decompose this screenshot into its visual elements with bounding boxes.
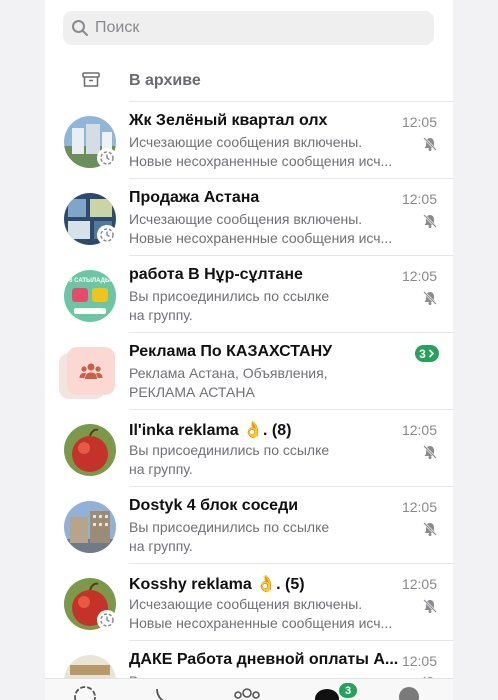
disappearing-messages-icon xyxy=(97,610,117,630)
chat-time: 12:05 xyxy=(401,499,437,515)
chat-row-ilinka-reklama[interactable]: Il'inka reklama 👌. (8) 12:05 Вы присоеди… xyxy=(45,410,453,487)
chats-tab-icon[interactable] xyxy=(313,685,341,700)
group-avatar: 6 САТЫЛАДЫ xyxy=(64,270,116,322)
chat-name: работа В Нұр-сұлтане xyxy=(129,266,303,283)
chat-row-kosshy-reklama[interactable]: Kosshy reklama 👌. (5) 12:05 Исчезающие с… xyxy=(45,564,453,641)
chat-row-dostyk-4[interactable]: Dostyk 4 блок соседи 12:05 Вы присоедини… xyxy=(45,487,453,564)
chat-preview-line-2: РЕКЛАМА АСТАНА xyxy=(129,384,255,400)
chat-preview-line-2: на группу. xyxy=(129,461,193,477)
calls-tab-icon[interactable] xyxy=(151,685,175,700)
group-avatar xyxy=(64,501,116,553)
chat-time: 12:05 xyxy=(401,268,437,284)
disappearing-messages-icon xyxy=(97,148,117,168)
chat-name: Dostyk 4 блок соседи xyxy=(129,497,299,514)
archive-icon xyxy=(82,72,100,87)
chat-preview-line-2: на группу. xyxy=(129,538,193,554)
chat-time: 12:05 xyxy=(401,653,437,669)
chat-preview-line-2: Новые несохраненные сообщения исч... xyxy=(129,153,393,169)
muted-bell-icon xyxy=(423,214,437,228)
chat-list-screen: Поиск В архиве Жк Зелёный квартал олх 12… xyxy=(45,0,453,700)
disappearing-messages-icon xyxy=(97,225,117,245)
chat-time: 12:05 xyxy=(401,422,437,438)
communities-tab-icon[interactable] xyxy=(233,685,261,700)
chats-tab-badge: 3 xyxy=(339,683,357,698)
chat-row-zhk-zeleny[interactable]: Жк Зелёный квартал олх 12:05 Исчезающие … xyxy=(45,102,453,179)
status-tab-icon[interactable] xyxy=(73,685,97,700)
search-icon xyxy=(72,20,88,36)
chat-name: Реклама По КАЗАХСТАНУ xyxy=(129,343,333,360)
chat-row-prodazha-astana[interactable]: Продажа Астана 12:05 Исчезающие сообщени… xyxy=(45,179,453,256)
unread-badge: 3 xyxy=(415,345,439,362)
bottom-tab-bar: 3 xyxy=(45,678,453,700)
community-icon xyxy=(79,363,103,379)
community-avatar xyxy=(59,347,117,399)
chat-time: 12:05 xyxy=(401,191,437,207)
search-bar[interactable]: Поиск xyxy=(63,11,434,45)
archived-chats-row[interactable]: В архиве xyxy=(45,60,453,102)
chat-preview-line-2: Новые несохраненные сообщения исч... xyxy=(129,615,393,631)
chat-name: Il'inka reklama 👌. (8) xyxy=(129,422,292,439)
chat-name: Kosshy reklama 👌. (5) xyxy=(129,576,305,593)
muted-bell-icon xyxy=(423,291,437,305)
chat-time: 12:05 xyxy=(401,576,437,592)
chat-preview-line-1: Вы присоединились по ссылке xyxy=(129,519,330,535)
chat-preview-line-1: Вы присоединились по ссылке xyxy=(129,288,330,304)
search-placeholder: Поиск xyxy=(95,19,140,36)
chat-name: ДАКЕ Работа дневной оплаты А... xyxy=(129,651,399,668)
muted-bell-icon xyxy=(423,445,437,459)
chat-name: Жк Зелёный квартал олх xyxy=(129,112,328,129)
profile-avatar-icon[interactable] xyxy=(397,685,421,700)
muted-bell-icon xyxy=(423,522,437,536)
group-avatar xyxy=(64,424,116,476)
chat-preview-line-1: Исчезающие сообщения включены. xyxy=(129,134,363,150)
muted-bell-icon xyxy=(423,599,437,613)
chat-preview-line-2: на группу. xyxy=(129,307,193,323)
chat-row-rabota-nur-sultan[interactable]: 6 САТЫЛАДЫ работа В Нұр-сұлтане 12:05 Вы… xyxy=(45,256,453,333)
archive-label: В архиве xyxy=(129,72,201,89)
chat-preview-line-1: Вы присоединились по ссылке xyxy=(129,442,330,458)
chat-preview-line-1: Исчезающие сообщения включены. xyxy=(129,211,363,227)
chevron-right-icon xyxy=(428,349,434,358)
chat-preview-line-1: Реклама Астана, Объявления, xyxy=(129,365,328,381)
muted-bell-icon xyxy=(423,137,437,151)
chat-preview-line-2: Новые несохраненные сообщения исч... xyxy=(129,230,393,246)
chat-name: Продажа Астана xyxy=(129,189,260,206)
chat-time: 12:05 xyxy=(401,114,437,130)
chat-preview-line-1: Исчезающие сообщения включены. xyxy=(129,596,363,612)
chat-row-reklama-kazakhstan[interactable]: Реклама По КАЗАХСТАНУ 3 Реклама Астана, … xyxy=(45,333,453,410)
avatar-text: 6 САТЫЛАДЫ xyxy=(69,278,111,284)
